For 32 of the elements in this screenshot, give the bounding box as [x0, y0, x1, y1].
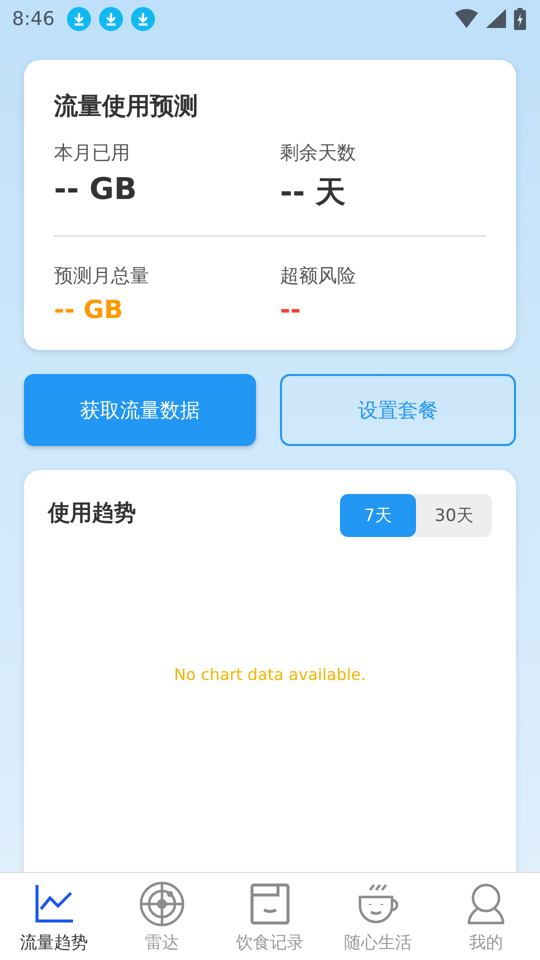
- download-icon: [98, 7, 123, 31]
- stat-value: -- GB: [54, 295, 124, 324]
- stat-label: 剩余天数: [280, 141, 357, 166]
- stat-value: --: [280, 295, 302, 324]
- download-icon: [66, 7, 91, 31]
- stat-value: -- GB: [54, 172, 138, 207]
- status-time: 8:46: [12, 8, 55, 30]
- stat-value: -- 天: [280, 174, 346, 212]
- card-title: 流量使用预测: [54, 91, 199, 122]
- line-chart-icon: [33, 883, 75, 925]
- set-plan-button[interactable]: 设置套餐: [280, 374, 516, 446]
- battery-icon: [514, 8, 526, 30]
- stat-label: 预测月总量: [54, 264, 150, 289]
- radar-icon: [139, 881, 185, 927]
- wifi-icon: [455, 9, 478, 29]
- nav-tab[interactable]: 雷达: [108, 873, 216, 960]
- range-tab[interactable]: 30天: [416, 494, 492, 537]
- nav-tab[interactable]: 流量趋势: [0, 873, 108, 960]
- download-icon: [130, 7, 155, 31]
- range-tab[interactable]: 7天: [340, 494, 416, 537]
- person-icon: [467, 883, 505, 925]
- card-title: 使用趋势: [48, 500, 136, 528]
- fetch-data-button[interactable]: 获取流量数据: [24, 374, 256, 446]
- signal-icon: [486, 9, 506, 29]
- box-icon: [250, 883, 290, 925]
- stat-label: 本月已用: [54, 141, 131, 166]
- nav-tab[interactable]: 饮食记录: [216, 873, 324, 960]
- stat-label: 超额风险: [280, 264, 357, 289]
- nav-tab[interactable]: 我的: [432, 873, 540, 960]
- coffee-cup-icon: [356, 882, 400, 926]
- empty-message: No chart data available.: [174, 665, 366, 684]
- nav-tab[interactable]: 随心生活: [324, 873, 432, 960]
